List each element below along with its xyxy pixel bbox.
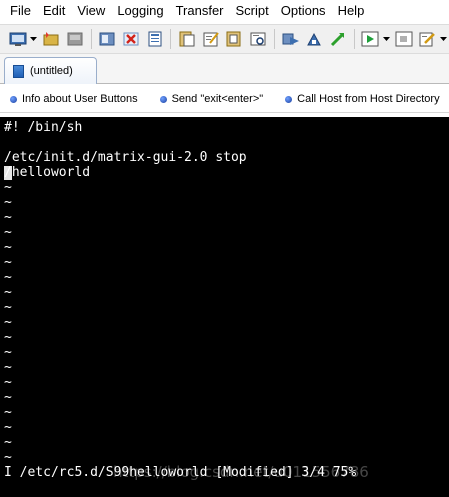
menu-edit[interactable]: Edit [37, 0, 71, 22]
empty-line-marker: ~ [4, 450, 12, 465]
terminal-line: #! /bin/sh [4, 120, 83, 135]
run-script-dropdown-icon[interactable] [382, 29, 390, 49]
disconnect-icon[interactable] [98, 29, 118, 49]
toolbar-separator [170, 29, 172, 49]
toolbar [0, 24, 449, 54]
empty-line-marker: ~ [4, 375, 12, 390]
terminal-screen[interactable]: #! /bin/sh /etc/init.d/matrix-gui-2.0 st… [0, 117, 449, 497]
empty-line-marker: ~ [4, 255, 12, 270]
empty-line-marker: ~ [4, 225, 12, 240]
sftp-icon[interactable] [304, 29, 324, 49]
empty-line-marker: ~ [4, 405, 12, 420]
session-icon[interactable] [145, 29, 165, 49]
edit-dropdown-icon[interactable] [439, 29, 447, 49]
empty-line-marker: ~ [4, 180, 12, 195]
empty-line-marker: ~ [4, 345, 12, 360]
bullet-icon [285, 95, 293, 103]
empty-line-marker: ~ [4, 360, 12, 375]
user-button-label: Info about User Buttons [22, 93, 138, 105]
run-script-icon[interactable] [361, 29, 381, 49]
toolbar-separator [353, 29, 355, 49]
connect-dropdown-icon[interactable] [29, 29, 37, 49]
tab-label: (untitled) [30, 65, 73, 77]
vi-status-line: I /etc/rc5.d/S99helloworld [Modified] 3/… [4, 465, 357, 480]
edit-icon[interactable] [418, 29, 438, 49]
user-button-label: Call Host from Host Directory [297, 93, 440, 105]
copy-icon[interactable] [177, 29, 197, 49]
empty-line-marker: ~ [4, 195, 12, 210]
terminal-line: /helloworld [4, 165, 91, 180]
menu-help[interactable]: Help [332, 0, 371, 22]
menu-logging[interactable]: Logging [111, 0, 169, 22]
menu-bar: File Edit View Logging Transfer Script O… [0, 0, 449, 22]
stop-script-icon[interactable] [394, 29, 414, 49]
toolbar-separator [90, 29, 92, 49]
empty-line-marker: ~ [4, 390, 12, 405]
close-icon[interactable] [121, 29, 141, 49]
tab-untitled[interactable]: (untitled) [4, 57, 97, 84]
user-button-send-exit[interactable]: Send "exit<enter>" [159, 93, 264, 105]
print-icon[interactable] [225, 29, 245, 49]
empty-line-marker: ~ [4, 315, 12, 330]
bullet-icon [159, 95, 167, 103]
menu-file[interactable]: File [0, 0, 37, 22]
quick-connect-icon[interactable] [41, 29, 61, 49]
menu-script[interactable]: Script [230, 0, 275, 22]
bullet-icon [10, 95, 17, 103]
empty-line-marker: ~ [4, 270, 12, 285]
connect-icon[interactable] [8, 29, 28, 49]
transfer-icon[interactable] [281, 29, 301, 49]
user-button-info[interactable]: Info about User Buttons [10, 93, 138, 105]
empty-line-marker: ~ [4, 210, 12, 225]
keymap-icon[interactable] [328, 29, 348, 49]
terminal-line: /etc/init.d/matrix-gui-2.0 stop [4, 150, 247, 165]
user-button-label: Send "exit<enter>" [171, 93, 264, 105]
button-bar: Info about User Buttons Send "exit<enter… [0, 86, 449, 113]
empty-line-marker: ~ [4, 300, 12, 315]
menu-view[interactable]: View [71, 0, 111, 22]
session-tab-strip: (untitled) [0, 54, 449, 84]
empty-line-marker: ~ [4, 330, 12, 345]
empty-line-marker: ~ [4, 435, 12, 450]
session-tab-icon [13, 64, 24, 78]
find-icon[interactable] [248, 29, 268, 49]
user-button-call-host[interactable]: Call Host from Host Directory [285, 93, 440, 105]
menu-transfer[interactable]: Transfer [170, 0, 230, 22]
empty-line-marker: ~ [4, 285, 12, 300]
reconnect-icon[interactable] [65, 29, 85, 49]
empty-line-marker: ~ [4, 420, 12, 435]
paste-icon[interactable] [201, 29, 221, 49]
menu-options[interactable]: Options [275, 0, 332, 22]
toolbar-separator [273, 29, 275, 49]
empty-line-marker: ~ [4, 240, 12, 255]
